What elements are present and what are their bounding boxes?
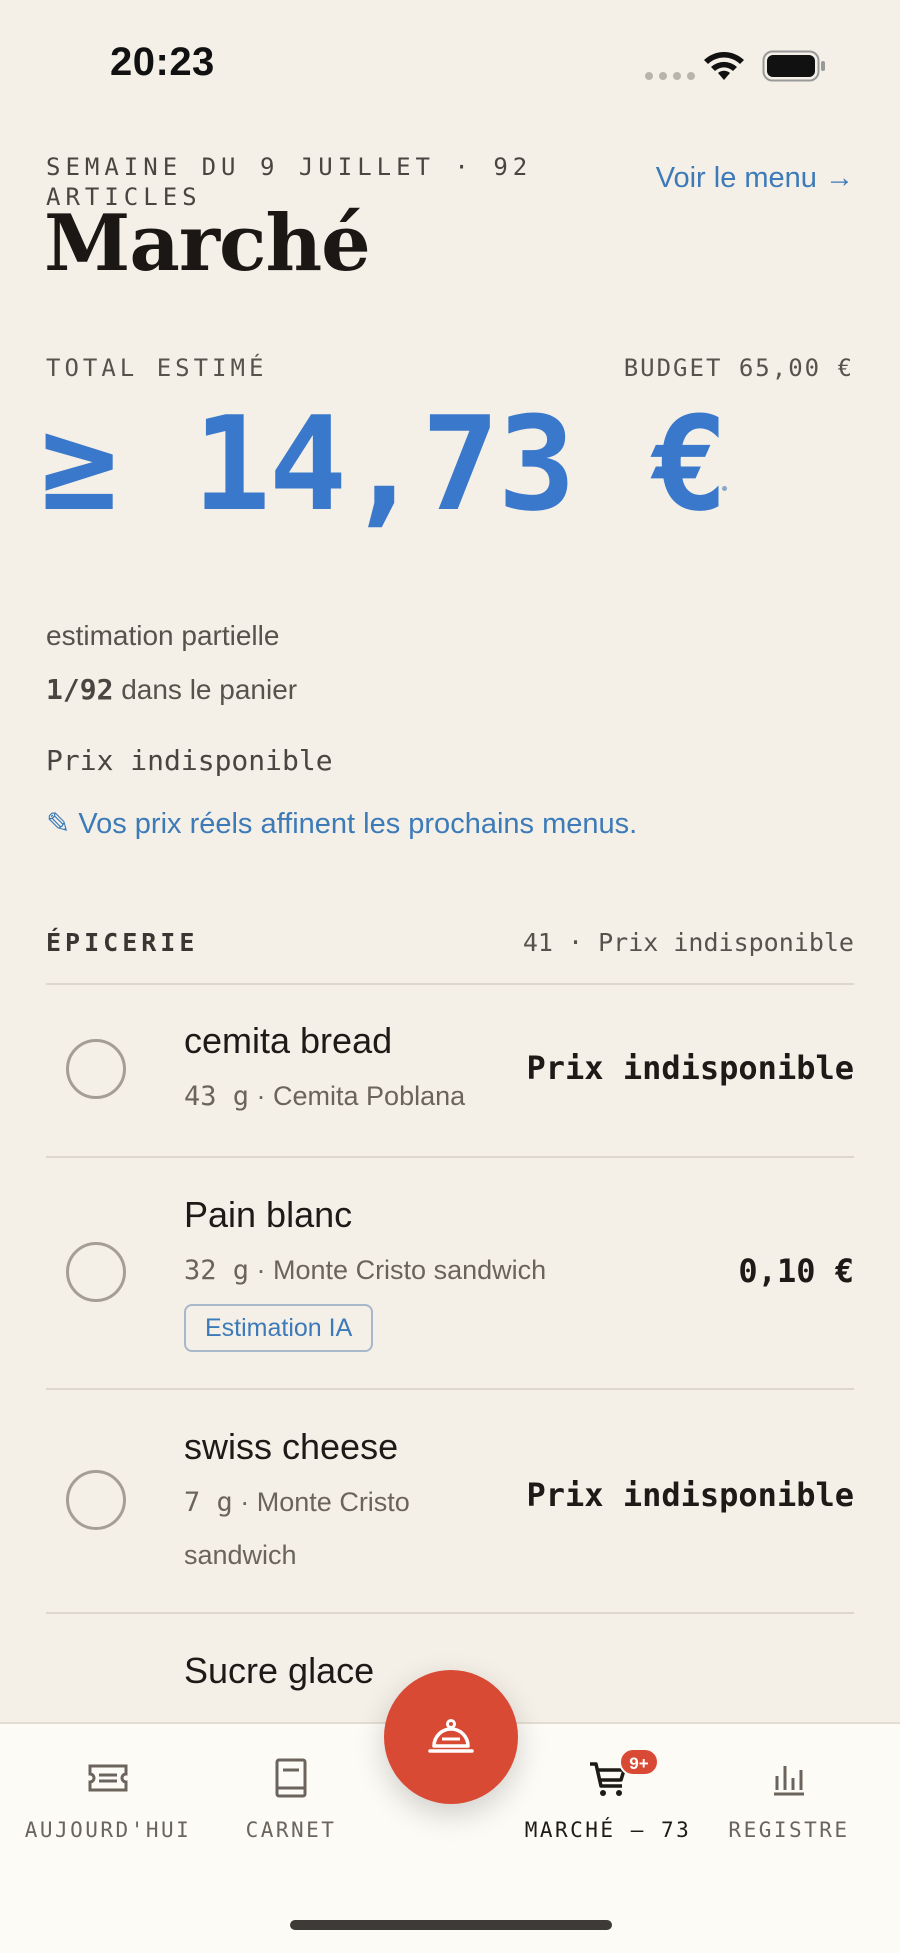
home-indicator[interactable] (290, 1920, 612, 1930)
section-title: ÉPICERIE (46, 928, 199, 957)
list-item[interactable]: swiss cheese 7 g · Monte Cristo sandwich… (46, 1390, 854, 1614)
battery-icon (762, 50, 825, 82)
cart-count-value: 1/92 (46, 673, 114, 706)
item-quantity: 7 g (184, 1487, 233, 1518)
section-meta: 41 · Prix indisponible (522, 928, 854, 957)
budget-label: BUDGET 65,00 € (623, 354, 854, 382)
status-time: 20:23 (110, 40, 215, 84)
nav-label-register: REGISTRE (728, 1818, 850, 1842)
wifi-icon (704, 52, 744, 80)
nav-item-today[interactable]: AUJOURD'HUI (18, 1756, 198, 1842)
item-meta: 43 g · Cemita Poblana (184, 1070, 564, 1123)
checkbox[interactable] (66, 1470, 126, 1530)
list-item[interactable]: Pain blanc 32 g · Monte Cristo sandwich … (46, 1158, 854, 1390)
item-price: Prix indisponible (526, 1476, 854, 1514)
item-price: 0,10 € (738, 1252, 854, 1290)
nav-label-notebook: CARNET (245, 1818, 337, 1842)
bar-chart-icon (774, 1766, 804, 1796)
nav-item-notebook[interactable]: CARNET (201, 1756, 381, 1842)
nav-label-market: MARCHÉ — 73 (524, 1818, 692, 1842)
checkbox[interactable] (66, 1039, 126, 1099)
cart-count: 1/92 dans le panier (46, 673, 297, 706)
view-menu-link[interactable]: Voir le menu → (656, 162, 854, 195)
item-name: Pain blanc (184, 1194, 353, 1235)
ticket-icon (88, 1764, 128, 1792)
cart-badge: 9+ (619, 1748, 659, 1776)
page-title: Marché (44, 198, 371, 289)
item-name: cemita bread (184, 1020, 393, 1061)
item-recipe: · Monte Cristo sandwich (249, 1255, 547, 1285)
item-quantity: 43 g (184, 1081, 250, 1112)
status-bar: 20:23 (0, 0, 900, 130)
nav-item-register[interactable]: REGISTRE (699, 1756, 879, 1842)
partial-estimate-note: estimation partielle (46, 620, 280, 651)
cart-count-text: dans le panier (113, 674, 298, 705)
total-label: TOTAL ESTIMÉ (46, 354, 268, 382)
cook-fab-button[interactable] (384, 1670, 518, 1804)
section-header: ÉPICERIE 41 · Prix indisponible (46, 928, 854, 985)
book-icon (275, 1758, 307, 1798)
price-hint-link[interactable]: ✎ Vos prix réels affinent les prochains … (46, 806, 637, 841)
item-meta: 7 g · Monte Cristo sandwich (184, 1476, 484, 1581)
item-quantity: 32 g (184, 1255, 250, 1286)
nav-label-today: AUJOURD'HUI (24, 1818, 192, 1842)
ai-estimate-badge: Estimation IA (184, 1304, 374, 1352)
cloche-icon (428, 1719, 474, 1753)
list-item-peek[interactable]: Sucre glace (184, 1650, 374, 1692)
price-unavailable-note: Prix indisponible (46, 744, 333, 777)
item-recipe: · Cemita Poblana (249, 1081, 466, 1111)
decorative-dot (722, 486, 727, 491)
total-value: ≥ 14,73 € (40, 388, 728, 540)
cellular-signal-icon (645, 72, 695, 80)
item-meta: 32 g · Monte Cristo sandwich (184, 1244, 604, 1297)
list-item[interactable]: cemita bread 43 g · Cemita Poblana Prix … (46, 984, 854, 1158)
nav-item-market[interactable]: 9+ MARCHÉ — 73 (518, 1748, 698, 1842)
item-name: swiss cheese (184, 1426, 399, 1467)
item-price: Prix indisponible (526, 1049, 854, 1087)
checkbox[interactable] (66, 1242, 126, 1302)
